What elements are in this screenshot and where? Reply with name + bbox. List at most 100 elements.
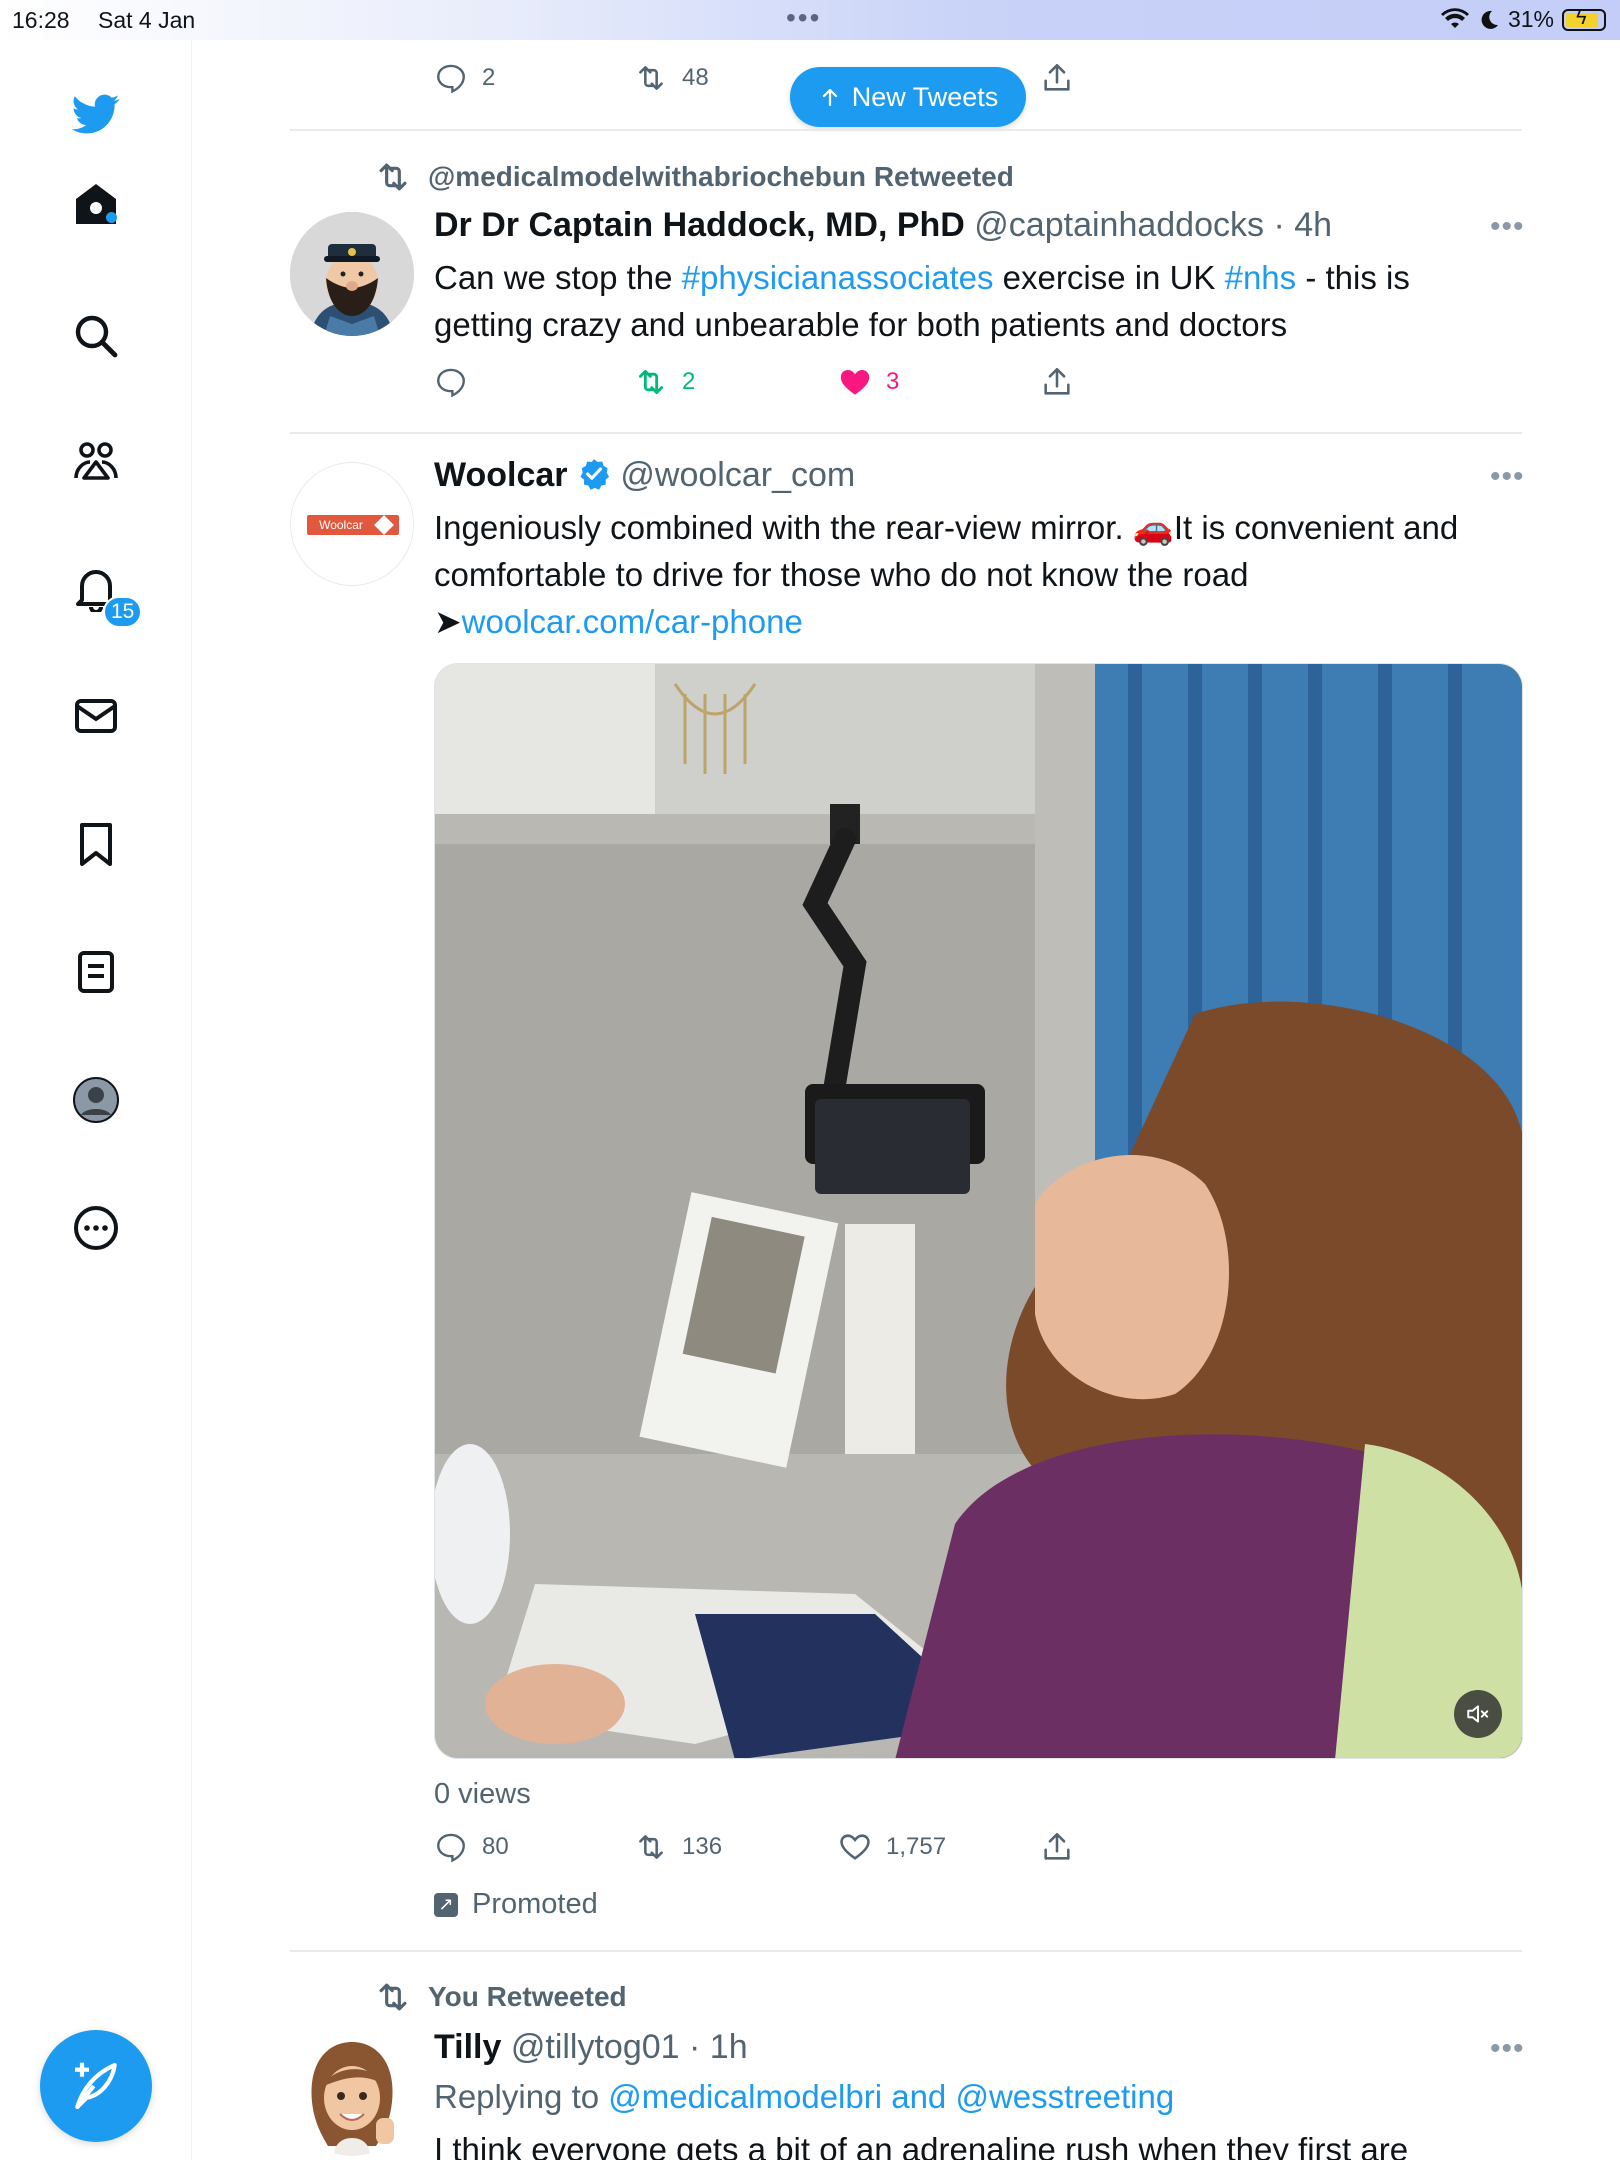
tweet-header: Dr Dr Captain Haddock, MD, PhD @captainh… bbox=[434, 206, 1332, 245]
notifications-badge: 15 bbox=[103, 596, 143, 628]
communities-icon[interactable] bbox=[70, 436, 122, 488]
tweet-header: Tilly @tillytog01 · 1h bbox=[434, 2028, 748, 2067]
reply-button[interactable]: 80 bbox=[434, 1830, 509, 1864]
display-name[interactable]: Dr Dr Captain Haddock, MD, PhD bbox=[434, 206, 965, 244]
display-name[interactable]: Tilly bbox=[434, 2028, 501, 2066]
external-link[interactable]: woolcar.com/car-phone bbox=[462, 603, 803, 640]
retweet-button[interactable]: 2 bbox=[634, 365, 695, 399]
tweet-divider bbox=[290, 129, 1522, 131]
battery-percent: 31% bbox=[1507, 6, 1554, 32]
like-count: 1,757 bbox=[886, 1833, 947, 1860]
hashtag-link[interactable]: #nhs bbox=[1225, 259, 1297, 296]
retweet-icon bbox=[379, 1983, 407, 2011]
avatar-logo-text: Woolcar bbox=[319, 518, 363, 532]
replying-to-links[interactable]: @medicalmodelbri and @wesstreeting bbox=[608, 2078, 1174, 2115]
tweet-divider bbox=[290, 432, 1522, 434]
compose-tweet-button[interactable] bbox=[40, 2030, 152, 2142]
promoted-text: Promoted bbox=[472, 1888, 598, 1920]
tweet-header: Woolcar @woolcar_com bbox=[434, 456, 855, 495]
share-upload-icon bbox=[1044, 1832, 1070, 1860]
avatar[interactable] bbox=[290, 2032, 414, 2156]
view-count: 0 views bbox=[434, 1778, 531, 1810]
retweet-button[interactable]: 48 bbox=[634, 61, 709, 95]
timestamp[interactable]: · 1h bbox=[689, 2028, 748, 2066]
more-options-circle-icon[interactable] bbox=[70, 1202, 122, 1254]
retweet-count: 48 bbox=[682, 64, 709, 91]
retweet-icon bbox=[379, 163, 407, 191]
retweet-context: You Retweeted bbox=[374, 1978, 627, 2016]
wifi-icon bbox=[1440, 7, 1469, 28]
twitter-logo-icon[interactable] bbox=[70, 88, 122, 140]
hashtag-link[interactable]: #physicianassociates bbox=[682, 259, 994, 296]
tweet-text-segment: exercise in UK bbox=[993, 259, 1225, 296]
search-icon[interactable] bbox=[70, 310, 122, 362]
handle[interactable]: @woolcar_com bbox=[620, 456, 855, 494]
tweet-text-segment: Ingeniously combined with the rear-view … bbox=[434, 509, 1459, 593]
status-date: Sat 4 Jan bbox=[98, 7, 196, 33]
retweet-button[interactable]: 136 bbox=[634, 1830, 722, 1864]
new-tweets-label: New Tweets bbox=[851, 81, 999, 112]
status-time: 16:28 bbox=[12, 7, 70, 33]
replying-prefix: Replying to bbox=[434, 2078, 600, 2115]
bookmarks-icon[interactable] bbox=[70, 818, 122, 870]
home-unread-dot bbox=[106, 212, 117, 223]
promoted-label: ↗ Promoted bbox=[434, 1888, 598, 1921]
tweet-text: I think everyone gets a bit of an adrena… bbox=[434, 2131, 1409, 2160]
heart-filled-icon bbox=[840, 369, 870, 395]
reply-bubble-icon bbox=[437, 368, 465, 398]
more-options-icon[interactable]: ••• bbox=[1490, 2032, 1525, 2066]
share-button[interactable] bbox=[1040, 61, 1074, 95]
tweet-text: Ingeniously combined with the rear-view … bbox=[434, 504, 1519, 645]
retweet-count: 136 bbox=[682, 1833, 723, 1860]
sidebar-nav: 15 bbox=[0, 40, 192, 2160]
retweet-context: @medicalmodelwithabriochebun Retweeted bbox=[374, 158, 1014, 196]
lists-icon[interactable] bbox=[70, 946, 122, 998]
tweet-text: Can we stop the #physicianassociates exe… bbox=[434, 254, 1514, 348]
like-button[interactable]: 3 bbox=[838, 365, 899, 399]
speaker-muted-icon bbox=[1467, 1705, 1489, 1723]
reply-count: 2 bbox=[482, 64, 496, 91]
retweet-icon bbox=[639, 66, 663, 90]
new-tweets-button[interactable]: New Tweets bbox=[790, 67, 1026, 127]
status-right: 31% ϟ bbox=[1440, 6, 1606, 33]
tweet-text-segment: Can we stop the bbox=[434, 259, 682, 296]
share-button[interactable] bbox=[1040, 365, 1074, 399]
compose-feather-icon bbox=[75, 2062, 117, 2110]
messages-mail-icon[interactable] bbox=[70, 690, 122, 742]
reply-button[interactable] bbox=[434, 365, 468, 399]
reply-button[interactable]: 2 bbox=[434, 61, 495, 95]
mute-toggle-button[interactable] bbox=[1454, 1690, 1502, 1738]
tweet-divider bbox=[290, 1950, 1522, 1952]
replying-to-line: Replying to @medicalmodelbri and @wesstr… bbox=[434, 2078, 1174, 2116]
more-options-icon[interactable]: ••• bbox=[1490, 460, 1525, 494]
share-upload-icon bbox=[1044, 63, 1070, 91]
avatar[interactable]: Woolcar bbox=[290, 462, 414, 586]
retweeted-by-label[interactable]: @medicalmodelwithabriochebun Retweeted bbox=[428, 161, 1014, 193]
promoted-arrow-icon: ↗ bbox=[434, 1892, 458, 1917]
handle[interactable]: @captainhaddocks bbox=[974, 206, 1264, 244]
battery-icon: ϟ bbox=[1562, 7, 1606, 31]
avatar[interactable] bbox=[290, 212, 414, 336]
verified-badge-icon bbox=[580, 459, 609, 490]
retweet-count: 2 bbox=[682, 368, 696, 395]
share-button[interactable] bbox=[1040, 1830, 1074, 1864]
display-name[interactable]: Woolcar bbox=[434, 456, 568, 494]
like-button[interactable]: 1,757 bbox=[838, 1830, 946, 1864]
timestamp[interactable]: · 4h bbox=[1273, 206, 1332, 244]
retweeted-by-label[interactable]: You Retweeted bbox=[428, 1981, 627, 2013]
tweet-video[interactable] bbox=[434, 663, 1523, 1759]
video-frame bbox=[435, 664, 1522, 1758]
reply-bubble-icon bbox=[437, 1833, 465, 1863]
handle[interactable]: @tillytog01 bbox=[511, 2028, 680, 2066]
profile-avatar-icon[interactable] bbox=[70, 1074, 122, 1126]
like-count: 3 bbox=[886, 368, 900, 395]
share-upload-icon bbox=[1044, 367, 1070, 395]
reply-bubble-icon bbox=[437, 64, 465, 94]
multitasking-dots[interactable]: ••• bbox=[786, 2, 821, 34]
heart-outline-icon bbox=[840, 1834, 870, 1860]
reply-count: 80 bbox=[482, 1833, 509, 1860]
retweet-icon bbox=[639, 1835, 663, 1859]
more-options-icon[interactable]: ••• bbox=[1490, 210, 1525, 244]
arrow-up-icon bbox=[822, 88, 837, 107]
retweet-icon-active bbox=[638, 369, 664, 395]
